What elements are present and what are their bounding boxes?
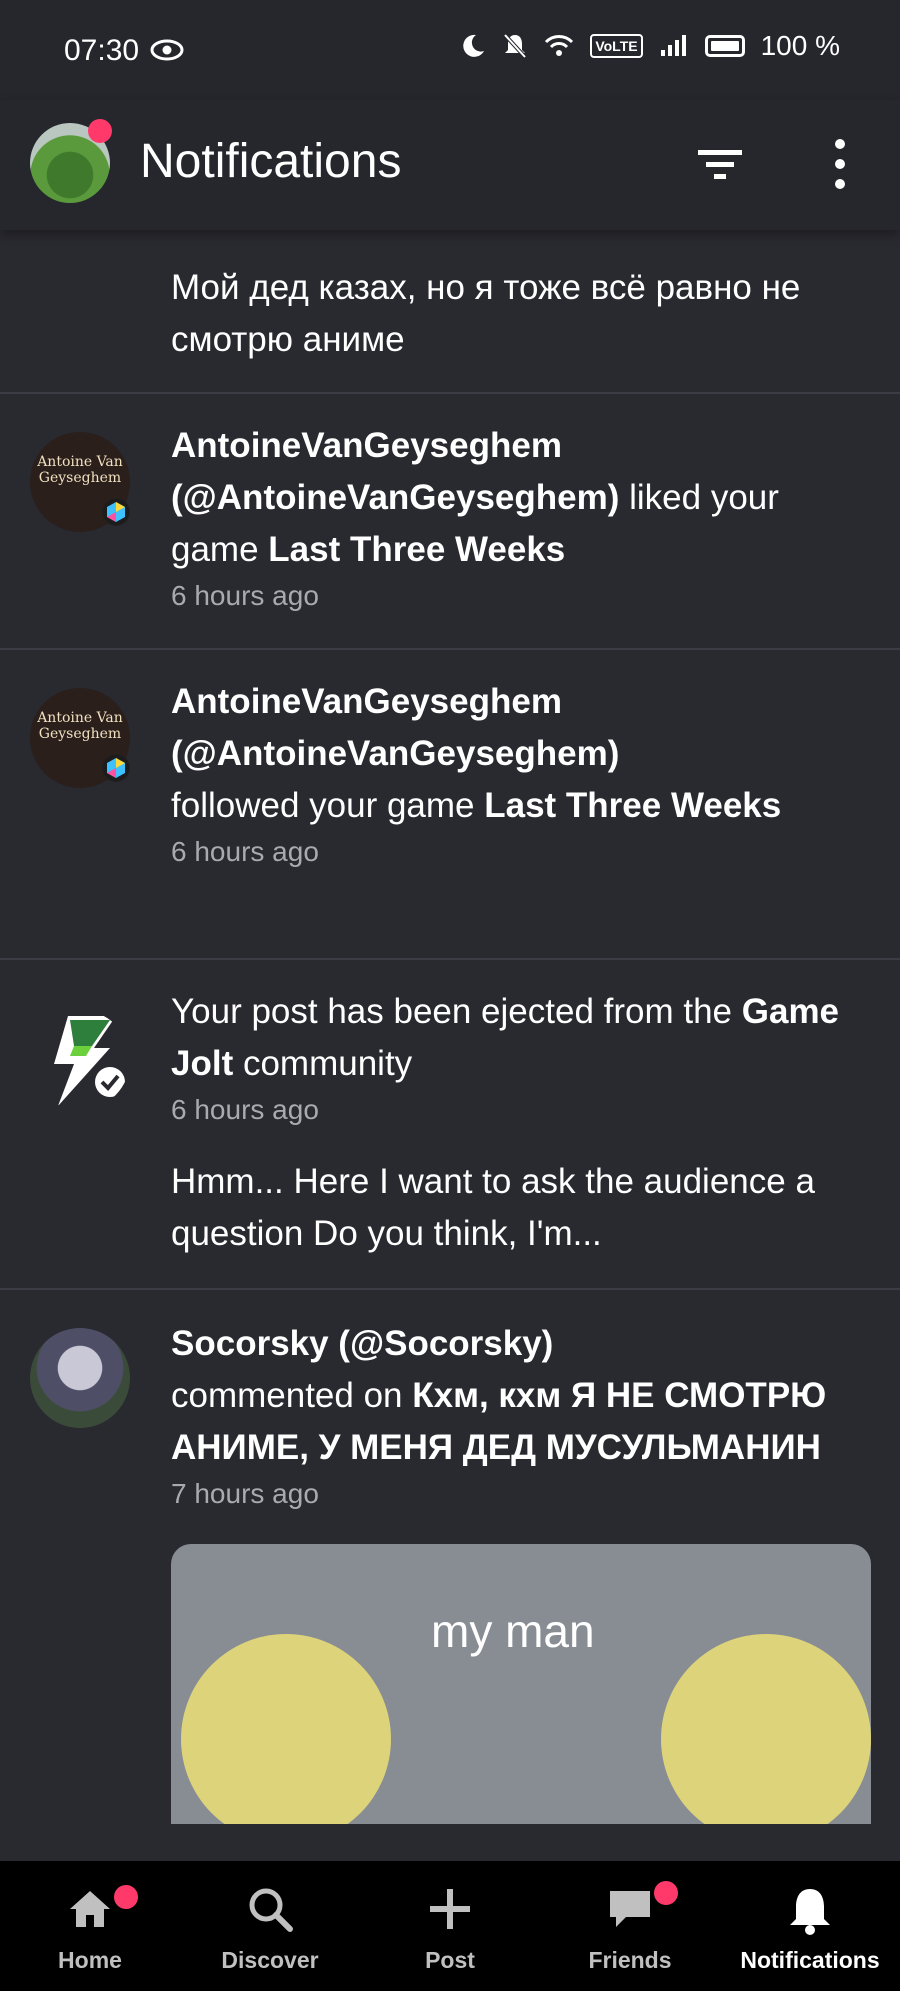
timestamp: 6 hours ago — [171, 1094, 319, 1125]
notification-text: Socorsky (@Socorsky) commented on Кхм, кх… — [171, 1290, 871, 1474]
verified-badge-icon — [102, 498, 130, 526]
avatar-text: Antoine Van Geyseghem — [37, 710, 123, 742]
user-handle[interactable]: (@AntoineVanGeyseghem) — [171, 734, 619, 773]
status-bar: 07:30 VoLTE 100 % — [0, 0, 900, 100]
notification-text: AntoineVanGeyseghem (@AntoineVanGeyseghe… — [171, 650, 871, 832]
nav-notifications[interactable]: Notifications — [720, 1861, 900, 1991]
notification-item[interactable]: Antoine Van Geyseghem AntoineVanGeyseghe… — [0, 394, 900, 650]
page-title: Notifications — [140, 135, 402, 188]
signal-icon — [660, 35, 686, 56]
notifications-feed: Мой дед казах, но я тоже всё равно не см… — [0, 230, 900, 1824]
nav-friends[interactable]: Friends — [540, 1861, 720, 1991]
battery-percent: 100 % — [760, 30, 840, 61]
post-snippet: Hmm... Here I want to ask the audience a… — [171, 1162, 815, 1253]
bottom-nav: Home Discover Post Friends Notifications — [0, 1861, 900, 1991]
user-handle[interactable]: Socorsky (@Socorsky) — [171, 1324, 553, 1363]
moon-icon — [463, 34, 485, 57]
meme-face-right — [661, 1634, 871, 1824]
notification-dot — [654, 1881, 678, 1905]
nav-label: Home — [58, 1947, 122, 1973]
bell-icon — [790, 1889, 830, 1935]
notification-dot — [88, 119, 112, 143]
timestamp: 7 hours ago — [171, 1478, 319, 1509]
status-icons: VoLTE 100 % — [460, 30, 840, 62]
action-text: commented on — [171, 1376, 413, 1415]
nav-post[interactable]: Post — [360, 1861, 540, 1991]
avatar[interactable] — [30, 1328, 130, 1428]
verified-badge-icon — [102, 754, 130, 782]
notification-suffix: community — [233, 1044, 413, 1083]
filter-icon[interactable] — [690, 140, 750, 190]
action-text: followed your game — [171, 786, 485, 825]
chat-icon — [610, 1891, 650, 1927]
nav-label: Discover — [221, 1947, 319, 1973]
attached-image[interactable]: my man — [171, 1544, 871, 1824]
home-icon — [70, 1891, 110, 1927]
notification-item[interactable]: Socorsky (@Socorsky) commented on Кхм, кх… — [0, 1290, 900, 1824]
username[interactable]: AntoineVanGeyseghem — [171, 426, 562, 465]
meme-face-left — [181, 1634, 391, 1824]
game-link[interactable]: Last Three Weeks — [484, 786, 781, 825]
user-avatar[interactable] — [30, 119, 112, 203]
notification-prefix: Your post has been ejected from the — [171, 992, 742, 1031]
timestamp: 6 hours ago — [171, 836, 319, 867]
more-options-icon[interactable] — [820, 134, 860, 194]
nav-label: Notifications — [740, 1947, 880, 1973]
nav-label: Post — [425, 1947, 475, 1973]
nav-label: Friends — [588, 1947, 672, 1973]
image-caption: my man — [431, 1605, 595, 1657]
notification-text: AntoineVanGeyseghem (@AntoineVanGeyseghe… — [171, 394, 871, 576]
game-link[interactable]: Last Three Weeks — [268, 530, 565, 569]
eye-icon — [150, 39, 184, 61]
nav-home[interactable]: Home — [0, 1861, 180, 1991]
avatar-text: Antoine Van Geyseghem — [37, 454, 123, 486]
bell-off-icon — [503, 33, 527, 59]
timestamp: 6 hours ago — [171, 580, 319, 611]
game-jolt-logo-icon[interactable] — [30, 1010, 130, 1110]
notification-item[interactable]: Antoine Van Geyseghem AntoineVanGeyseghe… — [0, 650, 900, 960]
notification-text: Your post has been ejected from the Game… — [171, 960, 871, 1090]
nav-discover[interactable]: Discover — [180, 1861, 360, 1991]
avatar[interactable]: Antoine Van Geyseghem — [30, 688, 130, 788]
notification-item[interactable]: Your post has been ejected from the Game… — [0, 960, 900, 1290]
comment-snippet: Мой дед казах, но я тоже всё равно не см… — [171, 268, 801, 359]
username[interactable]: AntoineVanGeyseghem — [171, 682, 562, 721]
status-time: 07:30 — [64, 34, 140, 67]
plus-icon — [430, 1889, 470, 1929]
wifi-icon — [545, 35, 574, 56]
avatar[interactable]: Antoine Van Geyseghem — [30, 432, 130, 532]
app-header: Notifications — [0, 100, 900, 230]
user-handle[interactable]: (@AntoineVanGeyseghem) — [171, 478, 619, 517]
notification-item[interactable]: Мой дед казах, но я тоже всё равно не см… — [0, 230, 900, 394]
battery-icon — [704, 35, 745, 57]
notification-dot — [114, 1885, 138, 1909]
search-icon — [249, 1888, 293, 1932]
volte-badge: VoLTE — [590, 34, 643, 58]
